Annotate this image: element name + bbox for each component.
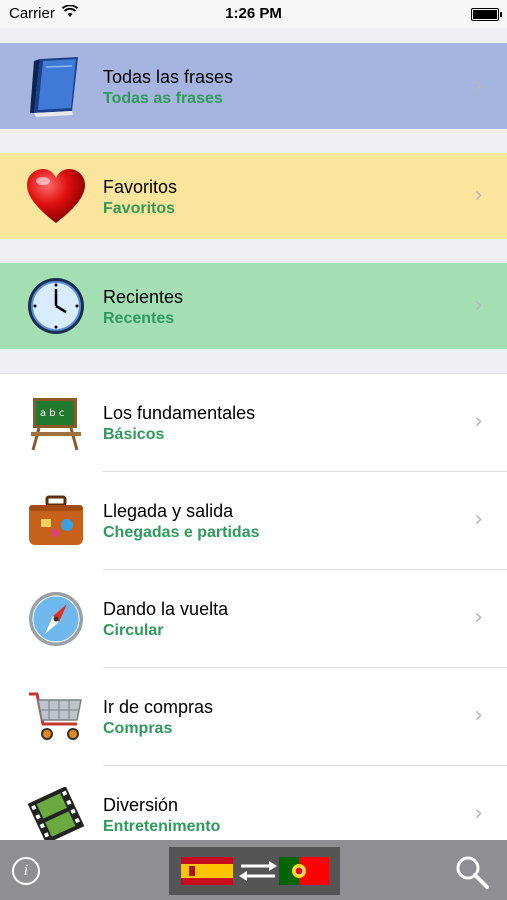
menu-row-title: Favoritos <box>103 177 178 197</box>
status-bar: Carrier 1:26 PM <box>0 0 507 28</box>
menu-row-favorites[interactable]: Favoritos Favoritos › <box>0 153 507 239</box>
category-subtitle: Básicos <box>103 426 165 443</box>
book-icon <box>25 55 87 117</box>
battery-icon <box>471 8 502 21</box>
clock-icon <box>25 275 87 337</box>
category-row-basics[interactable]: a b c Los fundamentales Básicos › <box>0 374 507 472</box>
category-title: Diversión <box>103 795 179 815</box>
category-row-shopping[interactable]: Ir de compras Compras › <box>0 668 507 766</box>
category-title: Llegada y salida <box>103 501 234 521</box>
category-subtitle: Circular <box>103 622 164 639</box>
swap-arrows-icon <box>239 861 277 881</box>
category-list: a b c Los fundamentales Básicos › Llegad… <box>0 373 507 841</box>
chevron-right-icon: › <box>474 801 483 826</box>
shopping-cart-icon <box>25 686 87 748</box>
category-subtitle: Chegadas e partidas <box>103 524 260 541</box>
category-title: Ir de compras <box>103 697 214 717</box>
suitcase-icon <box>25 490 87 552</box>
chevron-right-icon: › <box>474 293 483 318</box>
chevron-right-icon: › <box>474 183 483 208</box>
category-subtitle: Entretenimento <box>103 818 221 835</box>
chevron-right-icon: › <box>474 703 483 728</box>
portugal-flag-icon <box>279 857 329 885</box>
category-row-entertainment[interactable]: Diversión Entretenimento › <box>0 766 507 841</box>
menu-row-all-phrases[interactable]: Todas las frases Todas as frases › <box>0 43 507 129</box>
language-flags <box>181 857 329 885</box>
language-switch-button[interactable] <box>169 847 340 895</box>
svg-text:a b c: a b c <box>40 408 64 419</box>
menu-row-title: Recientes <box>103 287 184 307</box>
spain-flag-icon <box>181 857 233 885</box>
category-row-arrival-departure[interactable]: Llegada y salida Chegadas e partidas › <box>0 472 507 570</box>
menu-row-recents[interactable]: Recientes Recentes › <box>0 263 507 349</box>
clock-time: 1:26 PM <box>225 5 282 22</box>
heart-icon <box>25 165 87 227</box>
menu-row-subtitle: Todas as frases <box>103 90 223 107</box>
menu-row-subtitle: Favoritos <box>103 200 176 217</box>
category-title: Dando la vuelta <box>103 599 229 619</box>
compass-icon <box>25 588 87 650</box>
chevron-right-icon: › <box>474 73 483 98</box>
info-glyph: i <box>23 862 29 879</box>
category-subtitle: Compras <box>103 720 173 737</box>
category-row-getting-around[interactable]: Dando la vuelta Circular › <box>0 570 507 668</box>
chevron-right-icon: › <box>474 507 483 532</box>
chevron-right-icon: › <box>474 409 483 434</box>
search-icon[interactable] <box>454 854 490 890</box>
category-title: Los fundamentales <box>103 403 256 423</box>
chevron-right-icon: › <box>474 605 483 630</box>
chalkboard-icon: a b c <box>25 392 87 454</box>
info-icon[interactable]: i <box>12 857 40 885</box>
menu-row-subtitle: Recentes <box>103 310 175 327</box>
film-icon <box>25 784 87 841</box>
menu-row-title: Todas las frases <box>103 67 234 87</box>
